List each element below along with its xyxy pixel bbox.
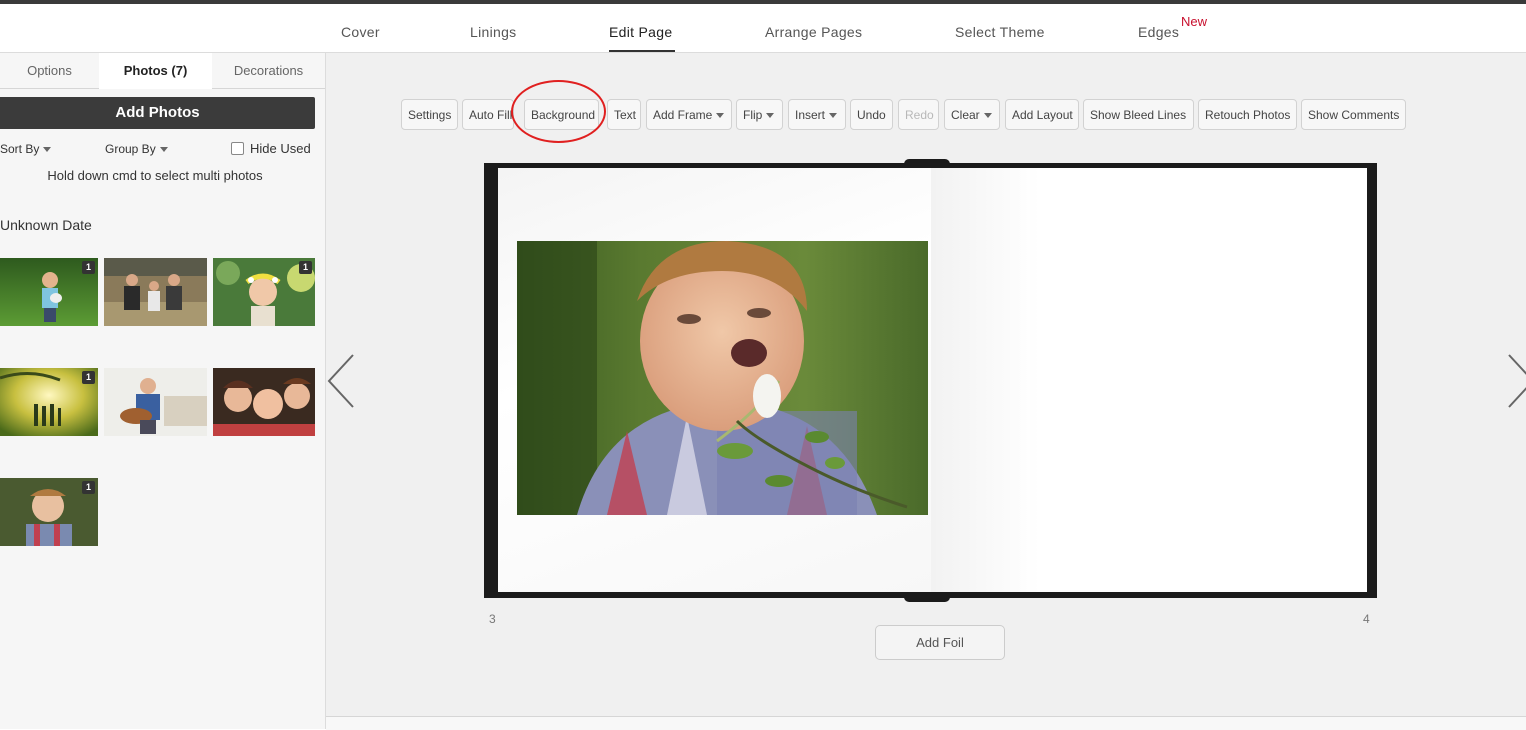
usage-count-badge: 1 [82,261,95,274]
chevron-down-icon [43,147,52,153]
tab-options[interactable]: Options [0,53,100,89]
redo-button[interactable]: Redo [898,99,939,130]
bottom-status-bar [326,716,1526,730]
tab-photos[interactable]: Photos (7) [99,53,213,89]
photo-thumbnail[interactable]: 1 [0,258,98,326]
photo-thumbnail[interactable] [104,368,207,436]
nav-edges[interactable]: Edges [1138,24,1179,40]
nav-arrange-pages[interactable]: Arrange Pages [765,24,862,40]
right-page-number: 4 [1363,612,1370,626]
photo-sidebar: Options Photos (7) Decorations Add Photo… [0,53,326,729]
chevron-down-icon [766,113,775,119]
multi-select-hint: Hold down cmd to select multi photos [47,168,263,183]
chevron-down-icon [983,113,992,119]
photo-thumbnail[interactable] [213,368,315,436]
photo-thumbnail[interactable] [104,258,207,326]
photo-book-spread [484,159,1377,602]
hide-used-label: Hide Used [250,141,311,156]
photo-thumbnail[interactable]: 1 [213,258,315,326]
background-button[interactable]: Background [524,99,599,130]
page-photo[interactable] [517,241,928,515]
right-page[interactable] [931,168,1367,592]
add-layout-button[interactable]: Add Layout [1005,99,1079,130]
add-frame-dropdown[interactable]: Add Frame [646,99,732,130]
sort-by-label: Sort By [0,142,40,156]
undo-button[interactable]: Undo [850,99,893,130]
date-group-header: Unknown Date [0,217,92,233]
text-button[interactable]: Text [607,99,641,130]
settings-button[interactable]: Settings [401,99,458,130]
photo-thumbnail[interactable]: 1 [0,368,98,436]
group-by-label: Group By [105,142,156,156]
add-frame-label: Add Frame [653,108,713,122]
active-tab-underline [609,50,675,52]
usage-count-badge: 1 [82,371,95,384]
nav-select-theme[interactable]: Select Theme [955,24,1045,40]
show-comments-button[interactable]: Show Comments [1301,99,1406,130]
hide-used-checkbox[interactable] [231,142,244,155]
clear-dropdown[interactable]: Clear [944,99,1000,130]
chevron-down-icon [829,113,838,119]
nav-cover[interactable]: Cover [341,24,380,40]
tab-decorations[interactable]: Decorations [212,53,325,89]
page-editor-workspace: Settings Auto Fill Background Text Add F… [326,53,1526,716]
flip-label: Flip [743,108,763,122]
next-page-arrow-icon[interactable] [1506,353,1526,409]
usage-count-badge: 1 [82,481,95,494]
show-bleed-lines-button[interactable]: Show Bleed Lines [1083,99,1194,130]
left-page-number: 3 [489,612,496,626]
retouch-photos-button[interactable]: Retouch Photos [1198,99,1297,130]
usage-count-badge: 1 [299,261,312,274]
photo-thumbnail[interactable]: 1 [0,478,98,546]
new-badge: New [1181,14,1208,29]
spine-bottom-notch [904,592,950,602]
chevron-down-icon [159,147,168,153]
main-nav: Cover Linings Edit Page Arrange Pages Se… [0,4,1526,53]
nav-linings[interactable]: Linings [470,24,516,40]
insert-dropdown[interactable]: Insert [788,99,846,130]
add-photos-button[interactable]: Add Photos [0,97,315,129]
previous-page-arrow-icon[interactable] [326,353,356,409]
auto-fill-button[interactable]: Auto Fill [462,99,514,130]
flip-dropdown[interactable]: Flip [736,99,783,130]
clear-label: Clear [951,108,980,122]
chevron-down-icon [716,113,725,119]
nav-edit-page[interactable]: Edit Page [609,24,672,40]
insert-label: Insert [795,108,826,122]
add-foil-button[interactable]: Add Foil [875,625,1005,660]
group-by-dropdown[interactable]: Group By [105,142,168,156]
sort-by-dropdown[interactable]: Sort By [0,142,52,156]
